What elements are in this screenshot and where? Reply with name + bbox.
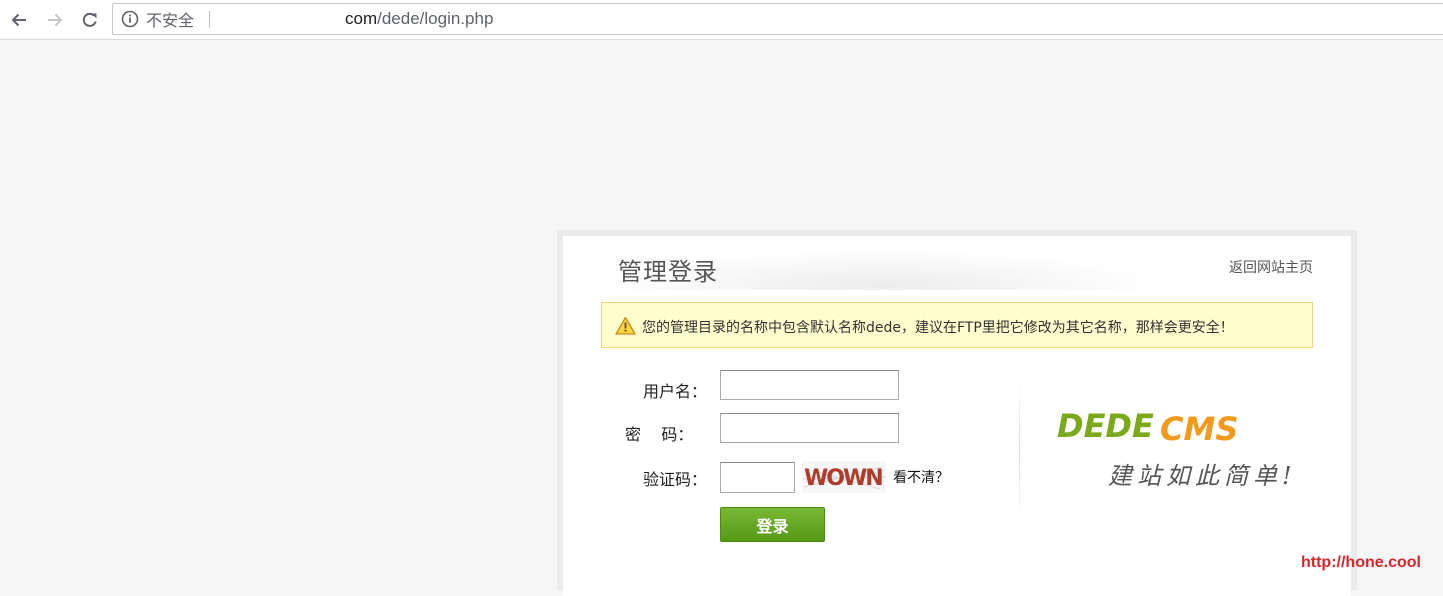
captcha-input[interactable] <box>720 462 795 493</box>
captcha-refresh-link[interactable]: 看不清？ <box>893 467 949 487</box>
captcha-text: WOWN <box>804 466 882 491</box>
captcha-image[interactable]: WOWN <box>801 461 887 493</box>
page-title: 管理登录 <box>618 258 718 286</box>
captcha-label: 验证码： <box>643 470 708 489</box>
forward-button[interactable] <box>43 8 67 32</box>
warning-triangle-icon <box>615 316 636 335</box>
panel-divider <box>1019 381 1020 521</box>
username-input[interactable] <box>720 370 899 400</box>
slogan: 建站如此简单! <box>1108 462 1297 490</box>
captcha-graphic: WOWN <box>801 466 887 491</box>
security-label: 不安全 <box>146 11 195 30</box>
username-label: 用户名： <box>643 382 708 401</box>
reload-button[interactable] <box>78 8 102 32</box>
url-path: /dede/login.php <box>377 9 494 28</box>
dedecms-logo: DEDE CMS <box>1057 407 1238 448</box>
back-button[interactable] <box>7 8 31 32</box>
security-indicator[interactable]: 不安全 <box>121 4 194 34</box>
back-to-home-link[interactable]: 返回网站主页 <box>1229 257 1313 277</box>
warning-banner: 您的管理目录的名称中包含默认名称dede，建议在FTP里把它修改为其它名称，那样… <box>601 302 1313 348</box>
logo-cms: CMS <box>1160 410 1238 448</box>
url-text[interactable]: com/dede/login.php <box>345 9 493 29</box>
login-panel: 管理登录 返回网站主页 您的管理目录的名称中包含默认名称dede，建议在FTP里… <box>563 236 1351 596</box>
warning-text: 您的管理目录的名称中包含默认名称dede，建议在FTP里把它修改为其它名称，那样… <box>642 320 1234 336</box>
password-input[interactable] <box>720 413 899 443</box>
address-bar[interactable]: 不安全 com/dede/login.php <box>112 3 1443 35</box>
address-separator <box>209 11 210 28</box>
back-arrow-icon <box>11 13 26 27</box>
watermark: http://hone.cool <box>1301 554 1421 571</box>
logo-dede: DEDE <box>1057 407 1154 445</box>
reload-icon <box>82 12 97 27</box>
password-label: 密 码： <box>625 425 694 444</box>
url-domain: com <box>345 9 378 28</box>
browser-toolbar: 不安全 com/dede/login.php <box>0 0 1443 40</box>
forward-arrow-icon <box>48 13 63 27</box>
info-icon <box>121 10 139 28</box>
login-button[interactable]: 登录 <box>720 507 825 542</box>
